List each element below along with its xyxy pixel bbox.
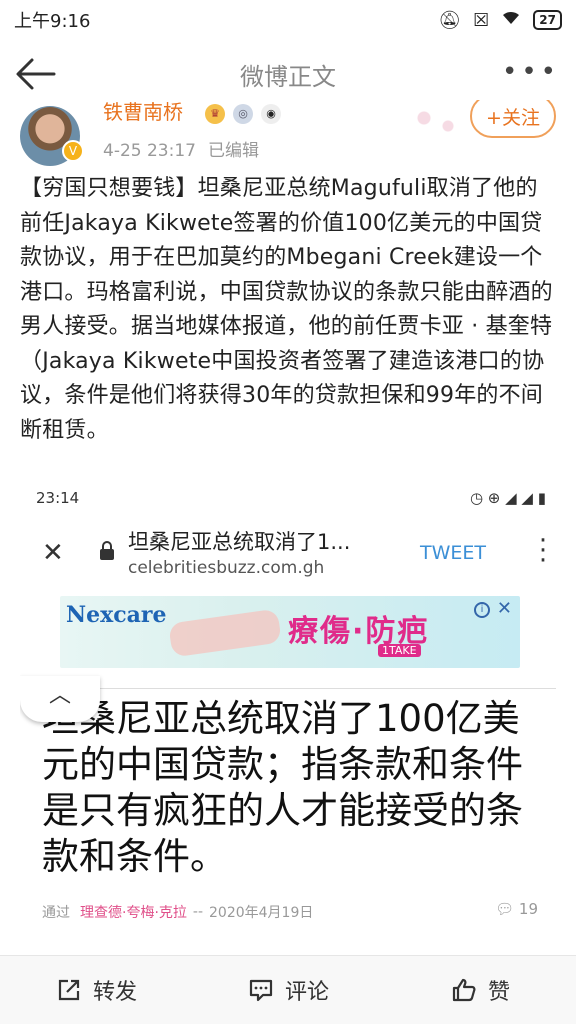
byline-prefix: 通过 xyxy=(42,905,70,921)
ad-brand: Nexcare xyxy=(66,602,167,628)
page-title: 微博正文 xyxy=(240,62,336,91)
ad-close-icon: ✕ xyxy=(496,598,512,619)
thumbs-up-icon xyxy=(452,978,476,1002)
repost-icon xyxy=(58,979,80,1001)
status-time: 上午9:16 xyxy=(14,11,91,32)
screenshot-comments: 💬︎ 19 xyxy=(495,900,538,918)
embedded-screenshot[interactable]: 23:14 ◷ ⊕ ◢ ◢ ▮ ✕ 坦桑尼亚总统取消了1... celebrit… xyxy=(20,478,556,950)
verified-badge-icon: V xyxy=(62,140,84,162)
repost-label: 转发 xyxy=(92,980,137,1005)
comment-bubble-icon: 💬︎ xyxy=(495,900,515,918)
comment-label: 评论 xyxy=(284,980,329,1005)
level-badge-icon: ◎ xyxy=(233,104,253,124)
status-icons: 🔕︎ ☒ 27 xyxy=(438,10,562,31)
mute-icon: 🔕︎ xyxy=(438,9,462,31)
like-button[interactable]: 赞 xyxy=(384,956,576,1024)
back-button[interactable] xyxy=(14,54,58,94)
arrow-left-icon xyxy=(16,58,56,90)
post-meta: 4-25 23:17 已编辑 xyxy=(103,136,259,161)
comment-icon xyxy=(249,979,273,1002)
sim-off-icon: ☒ xyxy=(473,9,490,31)
crown-badge-icon: ♛ xyxy=(205,104,225,124)
comment-button[interactable]: 评论 xyxy=(192,956,384,1024)
divider xyxy=(20,688,556,689)
bandage-image xyxy=(168,608,282,658)
bottom-action-bar: 转发 评论 赞 xyxy=(0,955,576,1024)
screenshot-time: 23:14 xyxy=(36,489,80,507)
follow-button[interactable]: +关注 xyxy=(470,100,556,138)
ad-info-icon: i xyxy=(474,602,490,618)
byline-separator: -- xyxy=(192,904,204,920)
more-dots-icon: ••• xyxy=(501,57,560,87)
byline-author: 理查德·夸梅·克拉 xyxy=(80,905,187,921)
lock-icon xyxy=(100,541,114,560)
edited-label: 已编辑 xyxy=(207,141,259,161)
nav-bar: 微博正文 ••• xyxy=(0,40,576,108)
chevron-up-icon: ︿ xyxy=(20,676,100,722)
screenshot-byline: 通过 理查德·夸梅·克拉 -- 2020年4月19日 xyxy=(42,902,542,922)
screenshot-tweet-label: TWEET xyxy=(420,542,487,564)
wifi-icon xyxy=(501,10,521,31)
screenshot-url: celebritiesbuzz.com.gh xyxy=(128,558,325,578)
ad-banner: Nexcare 療傷·防疤 1TAKE i ✕ xyxy=(60,596,520,668)
ad-tag: 1TAKE xyxy=(378,644,421,657)
panda-badge-icon: ◉ xyxy=(261,104,281,124)
battery-icon: 27 xyxy=(533,10,562,30)
close-icon: ✕ xyxy=(42,538,64,568)
comment-count: 19 xyxy=(518,900,538,918)
post-text: 【穷国只想要钱】坦桑尼亚总统Magufuli取消了他的前任Jakaya Kikw… xyxy=(20,176,553,443)
blossom-decoration xyxy=(406,102,466,142)
status-bar: 上午9:16 🔕︎ ☒ 27 xyxy=(0,0,576,40)
author-name[interactable]: 铁曹南桥 xyxy=(103,100,183,125)
screenshot-url-bar: ✕ 坦桑尼亚总统取消了1... celebritiesbuzz.com.gh T… xyxy=(20,518,556,590)
screenshot-headline: 坦桑尼亚总统取消了100亿美元的中国贷款；指条款和条件是只有疯狂的人才能接受的条… xyxy=(42,697,523,878)
repost-button[interactable]: 转发 xyxy=(0,956,192,1024)
author-row: V 铁曹南桥 ♛ ◎ ◉ 4-25 23:17 已编辑 +关注 xyxy=(0,100,576,170)
post-date: 4-25 23:17 xyxy=(103,141,196,161)
byline-date: 2020年4月19日 xyxy=(209,905,314,921)
screenshot-page-title: 坦桑尼亚总统取消了1... xyxy=(128,530,351,554)
like-label: 赞 xyxy=(487,980,510,1005)
more-button[interactable]: ••• xyxy=(502,59,560,85)
screenshot-status-icons: ◷ ⊕ ◢ ◢ ▮ xyxy=(469,489,546,507)
screenshot-status-bar: 23:14 ◷ ⊕ ◢ ◢ ▮ xyxy=(36,484,546,512)
kebab-menu-icon: · · · xyxy=(538,526,548,576)
